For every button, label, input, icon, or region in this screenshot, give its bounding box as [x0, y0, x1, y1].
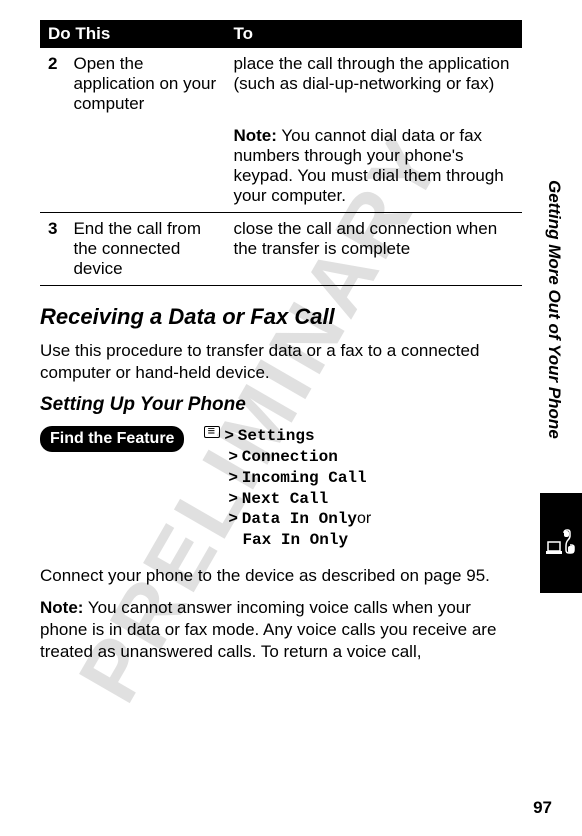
find-feature-box: Find the Feature >Settings >Connection >…	[40, 426, 522, 551]
table-row: 3 End the call from the connected device…	[40, 213, 522, 286]
menu-item: Next Call	[242, 489, 328, 510]
step-result: close the call and connection when the t…	[225, 213, 522, 286]
table-row: 2 Open the application on your computer …	[40, 48, 522, 120]
phone-computer-icon	[546, 528, 576, 558]
intro-paragraph: Use this procedure to transfer data or a…	[40, 340, 522, 384]
side-tab-icon	[540, 493, 582, 593]
step-number: 2	[40, 48, 65, 120]
find-feature-label: Find the Feature	[40, 426, 184, 452]
subsection-heading: Setting Up Your Phone	[40, 394, 522, 416]
note-text: You cannot answer incoming voice calls w…	[40, 598, 496, 661]
step-note: Note: You cannot dial data or fax number…	[225, 120, 522, 213]
table-header-do-this: Do This	[40, 20, 225, 48]
step-action: Open the application on your computer	[65, 48, 225, 120]
table-header-to: To	[225, 20, 522, 48]
menu-item: Data In Only	[242, 509, 357, 530]
note-prefix: Note:	[233, 126, 276, 145]
note-prefix: Note:	[40, 598, 83, 617]
step-number: 3	[40, 213, 65, 286]
section-heading: Receiving a Data or Fax Call	[40, 304, 522, 330]
page-number: 97	[533, 798, 552, 818]
note-paragraph: Note: You cannot answer incoming voice c…	[40, 597, 522, 663]
menu-item: Connection	[242, 447, 338, 468]
menu-key-icon	[204, 426, 220, 438]
menu-item: Incoming Call	[242, 468, 367, 489]
step-result: place the call through the application (…	[225, 48, 522, 120]
or-text: or	[357, 509, 371, 530]
menu-item: Fax In Only	[242, 530, 348, 551]
instruction-table: Do This To 2 Open the application on you…	[40, 20, 522, 286]
table-row: Note: You cannot dial data or fax number…	[40, 120, 522, 213]
side-section-title: Getting More Out of Your Phone	[544, 180, 564, 439]
menu-path: >Settings >Connection >Incoming Call >Ne…	[204, 426, 371, 551]
connect-paragraph: Connect your phone to the device as desc…	[40, 565, 522, 587]
menu-item: Settings	[238, 426, 315, 447]
step-action: End the call from the connected device	[65, 213, 225, 286]
